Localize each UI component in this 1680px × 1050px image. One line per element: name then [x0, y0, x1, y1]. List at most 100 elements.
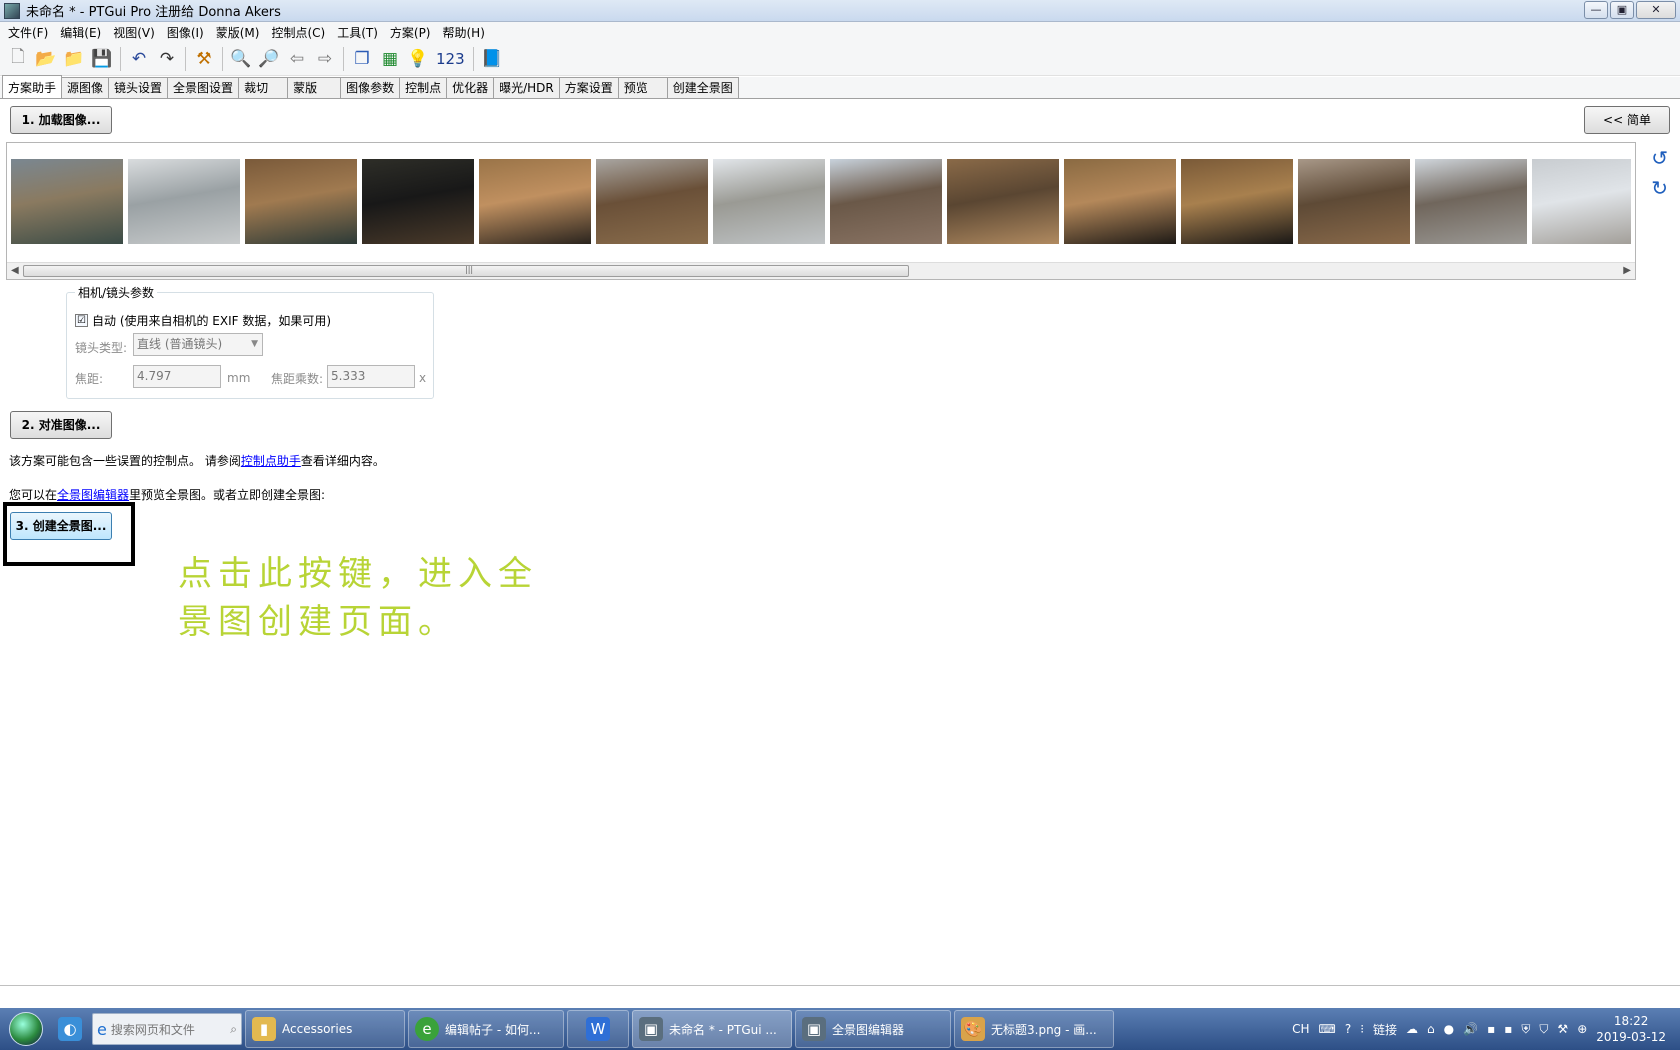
focal-multiplier-field[interactable]: 5.333 — [327, 365, 415, 388]
menu-edit[interactable]: 编辑(E) — [54, 24, 107, 41]
redo-icon[interactable]: ↷ — [153, 45, 181, 73]
image-thumbnail[interactable] — [11, 159, 123, 244]
thumbnail-scrollbar[interactable]: ◀ ||| ▶ — [7, 262, 1635, 279]
volume-icon[interactable]: 🔊 — [1463, 1022, 1478, 1036]
simple-mode-button[interactable]: << 简单 — [1584, 106, 1670, 134]
zoom-out-icon[interactable]: 🔎 — [255, 45, 283, 73]
taskbar-search[interactable]: e 搜索网页和文件 ⌕ — [92, 1013, 242, 1045]
lens-type-select[interactable]: 直线 (普通镜头) ▼ — [133, 333, 263, 356]
checkbox-checked-icon[interactable]: ☑ — [75, 314, 88, 327]
save-icon[interactable]: 💾 — [88, 45, 116, 73]
tray-app-icon[interactable]: ▪ — [1487, 1022, 1495, 1036]
links-toolbar[interactable]: 链接 — [1373, 1021, 1397, 1038]
image-thumbnail[interactable] — [713, 159, 825, 244]
maximize-button[interactable]: ▣ — [1610, 1, 1634, 19]
rotate-left-icon[interactable]: ↺ — [1651, 146, 1668, 170]
image-thumbnail[interactable] — [1298, 159, 1410, 244]
help-book-icon[interactable]: 📘 — [478, 45, 506, 73]
cloud-icon[interactable]: ☁ — [1406, 1022, 1418, 1036]
browser-icon[interactable]: ◐ — [58, 1017, 82, 1041]
numeric-transform-button[interactable]: 123 — [432, 50, 469, 68]
input-language[interactable]: CH — [1292, 1022, 1309, 1036]
tab-mask[interactable]: 蒙版 — [287, 77, 342, 98]
focal-length-field[interactable]: 4.797 — [133, 365, 221, 388]
tab-preview[interactable]: 预览 — [617, 77, 668, 98]
taskbar-app-paint[interactable]: 🎨 无标题3.png - 画... — [954, 1010, 1114, 1048]
wechat-icon[interactable]: ● — [1444, 1022, 1454, 1036]
image-thumbnail[interactable] — [1181, 159, 1293, 244]
lightbulb-icon[interactable]: 💡 — [404, 45, 432, 73]
arrow-right-icon[interactable]: ⇨ — [311, 45, 339, 73]
search-icon: ⌕ — [230, 1021, 237, 1036]
tab-project-settings[interactable]: 方案设置 — [558, 77, 619, 98]
start-button[interactable] — [0, 1008, 52, 1050]
tab-panorama-settings[interactable]: 全景图设置 — [167, 77, 240, 98]
taskbar-app-accessories[interactable]: ▮ Accessories — [245, 1010, 405, 1048]
keyboard-icon[interactable]: ⌨ — [1319, 1022, 1336, 1036]
tab-optimizer[interactable]: 优化器 — [446, 77, 495, 98]
image-thumbnail[interactable] — [596, 159, 708, 244]
align-images-button[interactable]: 2. 对准图像... — [10, 411, 112, 439]
help-icon[interactable]: ? — [1345, 1022, 1351, 1036]
panorama-editor-link[interactable]: 全景图编辑器 — [57, 488, 129, 502]
tab-lens-settings[interactable]: 镜头设置 — [108, 77, 169, 98]
image-thumbnail[interactable] — [1064, 159, 1176, 244]
new-file-icon[interactable]: 🗋 — [4, 45, 32, 73]
arrow-left-icon[interactable]: ⇦ — [283, 45, 311, 73]
taskbar-app-panorama-editor[interactable]: ▣ 全景图编辑器 — [795, 1010, 951, 1048]
taskbar-app-ptgui[interactable]: ▣ 未命名 * - PTGui ... — [632, 1010, 792, 1048]
image-thumbnail[interactable] — [245, 159, 357, 244]
open-recent-icon[interactable]: 📁 — [60, 45, 88, 73]
menu-control-points[interactable]: 控制点(C) — [265, 24, 331, 41]
open-folder-icon[interactable]: 📂 — [32, 45, 60, 73]
minimize-button[interactable]: — — [1584, 1, 1608, 19]
clock[interactable]: 18:22 2019-03-12 — [1596, 1013, 1666, 1045]
taskbar-app-wps[interactable]: W — [567, 1010, 629, 1048]
tab-image-parameters[interactable]: 图像参数 — [340, 77, 401, 98]
tab-exposure-hdr[interactable]: 曝光/HDR — [493, 77, 560, 98]
preview-note: 您可以在全景图编辑器里预览全景图。或者立即创建全景图: — [9, 486, 325, 503]
image-thumbnail[interactable] — [1532, 159, 1631, 244]
settings-tools-icon[interactable]: ⚒ — [190, 45, 218, 73]
menu-project[interactable]: 方案(P) — [384, 24, 437, 41]
tray-expand-icon[interactable]: ⁝ — [1360, 1022, 1364, 1036]
tools-icon[interactable]: ⚒ — [1557, 1022, 1568, 1036]
create-panorama-button[interactable]: 3. 创建全景图... — [10, 512, 112, 540]
plus-icon[interactable]: ⊕ — [1577, 1022, 1587, 1036]
shield-icon[interactable]: ⛉ — [1539, 1022, 1548, 1037]
menu-view[interactable]: 视图(V) — [107, 24, 161, 41]
control-points-note: 该方案可能包含一些误置的控制点。 请参阅控制点助手查看详细内容。 — [9, 452, 385, 469]
ptgui-editor-icon: ▣ — [802, 1017, 826, 1041]
menu-file[interactable]: 文件(F) — [2, 24, 54, 41]
scroll-right-icon[interactable]: ▶ — [1623, 265, 1631, 276]
security-icon[interactable]: ⛨ — [1521, 1022, 1530, 1037]
nvidia-icon[interactable]: ▪ — [1504, 1022, 1512, 1036]
image-thumbnail[interactable] — [128, 159, 240, 244]
zoom-in-icon[interactable]: 🔍 — [227, 45, 255, 73]
menu-mask[interactable]: 蒙版(M) — [210, 24, 266, 41]
tab-source-images[interactable]: 源图像 — [61, 77, 110, 98]
close-button[interactable]: ✕ — [1636, 1, 1676, 19]
tab-crop[interactable]: 裁切 — [238, 77, 289, 98]
tab-create-panorama[interactable]: 创建全景图 — [666, 77, 739, 98]
panorama-editor-icon[interactable]: ❐ — [348, 45, 376, 73]
rotate-right-icon[interactable]: ↻ — [1651, 176, 1668, 200]
image-thumbnail[interactable] — [830, 159, 942, 244]
image-thumbnail[interactable] — [1415, 159, 1527, 244]
table-icon[interactable]: ▦ — [376, 45, 404, 73]
taskbar-app-browser[interactable]: e 编辑帖子 - 如何... — [408, 1010, 564, 1048]
image-thumbnail[interactable] — [362, 159, 474, 244]
tab-project-assistant[interactable]: 方案助手 — [2, 75, 63, 98]
undo-icon[interactable]: ↶ — [125, 45, 153, 73]
image-thumbnail[interactable] — [947, 159, 1059, 244]
menu-help[interactable]: 帮助(H) — [437, 24, 491, 41]
network-icon[interactable]: ⌂ — [1427, 1022, 1435, 1036]
menu-image[interactable]: 图像(I) — [161, 24, 210, 41]
control-point-assistant-link[interactable]: 控制点助手 — [241, 454, 301, 468]
load-images-button[interactable]: 1. 加载图像... — [10, 106, 112, 134]
tab-control-points[interactable]: 控制点 — [399, 77, 448, 98]
scroll-left-icon[interactable]: ◀ — [11, 265, 19, 276]
auto-exif-checkbox[interactable]: ☑ 自动 (使用来自相机的 EXIF 数据，如果可用) — [75, 312, 331, 329]
menu-tools[interactable]: 工具(T) — [331, 24, 384, 41]
image-thumbnail[interactable] — [479, 159, 591, 244]
